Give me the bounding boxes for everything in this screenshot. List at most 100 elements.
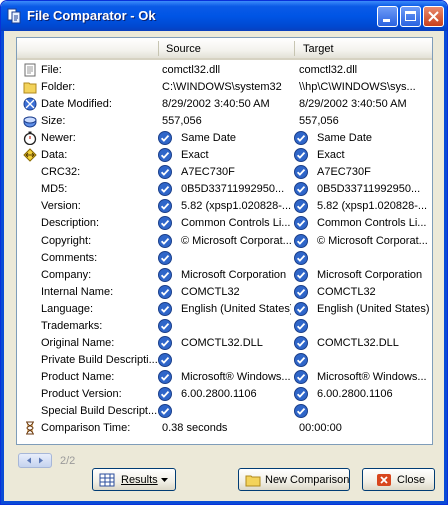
title-bar[interactable]: File Comparator - Ok — [1, 1, 447, 31]
match-check-icon — [294, 216, 308, 231]
folder-icon — [23, 82, 37, 94]
target-value: comctl32.dll — [299, 64, 358, 76]
row-label: Data: — [41, 149, 68, 162]
minimize-icon — [383, 19, 390, 22]
target-value: 0B5D33711992950... — [317, 183, 421, 196]
table-row[interactable]: Trademarks: — [17, 318, 432, 335]
table-row[interactable]: Data: Exact Exact — [17, 147, 432, 164]
match-check-icon — [158, 318, 172, 333]
target-value: 6.00.2800.1106 — [317, 387, 393, 400]
row-label: Product Name: — [41, 370, 115, 383]
table-row[interactable]: File: comctl32.dll comctl32.dll — [17, 62, 432, 79]
match-check-icon — [158, 216, 172, 231]
match-check-icon — [158, 404, 172, 418]
table-row[interactable]: Size: 557,056 557,056 — [17, 113, 432, 130]
table-row[interactable]: Internal Name: COMCTL32 COMCTL32 — [17, 284, 432, 301]
match-check-icon — [158, 369, 172, 384]
row-label: File: — [41, 64, 62, 76]
table-row[interactable]: Copyright: © Microsoft Corporat... © Micro… — [17, 233, 432, 250]
target-value: Exact — [317, 149, 345, 162]
close-button[interactable]: Close — [362, 468, 435, 491]
comparison-list[interactable]: Source Target File: comctl32.dll comctl32.… — [16, 37, 433, 445]
column-header-target[interactable]: Target — [303, 43, 334, 55]
match-check-icon — [294, 233, 308, 248]
source-value: English (United States) — [181, 302, 291, 315]
date-icon — [23, 97, 37, 111]
source-value: 0.38 seconds — [162, 422, 228, 435]
match-check-icon — [158, 233, 172, 248]
table-row[interactable]: Company: Microsoft Corporation Microsoft C… — [17, 267, 432, 284]
match-check-icon — [294, 148, 308, 163]
row-label: Size: — [41, 115, 66, 128]
source-value: Exact — [181, 149, 209, 162]
file-icon — [24, 63, 36, 77]
window-title: File Comparator - Ok — [27, 8, 156, 23]
target-value: COMCTL32 — [317, 285, 376, 298]
row-label: Special Build Descript... — [41, 405, 158, 417]
size-icon — [23, 116, 37, 128]
table-row[interactable]: Date Modified: 8/29/2002 3:40:50 AM 8/29/2… — [17, 96, 432, 113]
table-row[interactable]: Comments: — [17, 250, 432, 267]
dropdown-arrow-icon — [161, 478, 168, 482]
page-navigator[interactable] — [18, 453, 52, 468]
close-window-button[interactable] — [423, 6, 444, 27]
column-header-source[interactable]: Source — [166, 43, 201, 55]
target-value: Microsoft Corporation — [317, 268, 423, 281]
table-row[interactable]: Product Name: Microsoft® Windows... Micros… — [17, 369, 432, 386]
match-check-icon — [158, 165, 172, 180]
match-check-icon — [294, 165, 308, 180]
file-comparator-window: File Comparator - Ok Source Target File:… — [0, 0, 448, 505]
source-value: Same Date — [181, 132, 237, 145]
close-button-label: Close — [397, 474, 426, 486]
table-row[interactable]: Newer: Same Date Same Date — [17, 130, 432, 147]
data-icon — [23, 148, 37, 162]
row-label: Company: — [41, 268, 92, 281]
table-row[interactable]: Comparison Time: 0.38 seconds 00:00:00 — [17, 420, 432, 437]
table-row[interactable]: Special Build Descript... — [17, 403, 432, 420]
close-icon — [428, 11, 439, 22]
table-row[interactable]: Private Build Descripti... — [17, 352, 432, 369]
target-value: 5.82 (xpsp1.020828-... — [317, 200, 428, 213]
match-check-icon — [158, 386, 172, 401]
new-comparison-button[interactable]: New Comparison — [238, 468, 350, 491]
table-row[interactable]: CRC32: A7EC730F A7EC730F — [17, 164, 432, 181]
row-label: Comments: — [41, 251, 98, 264]
row-label: Date Modified: — [41, 98, 112, 111]
match-check-icon — [294, 369, 308, 384]
page-indicator: 2/2 — [60, 455, 76, 467]
table-row[interactable]: Version: 5.82 (xpsp1.020828-... 5.82 (xpsp… — [17, 198, 432, 215]
table-row[interactable]: Language: English (United States) English … — [17, 301, 432, 318]
match-check-icon — [294, 267, 308, 282]
maximize-button[interactable] — [400, 6, 421, 27]
table-icon — [99, 473, 115, 487]
table-row[interactable]: Product Version: 6.00.2800.1106 6.00.2800.… — [17, 386, 432, 403]
row-label: Description: — [41, 217, 100, 230]
table-row[interactable]: Original Name: COMCTL32.DLL COMCTL32.DLL — [17, 335, 432, 352]
table-row[interactable]: MD5: 0B5D33711992950... 0B5D33711992950... — [17, 181, 432, 198]
row-label: Copyright: — [41, 234, 92, 247]
row-label: CRC32: — [41, 166, 81, 179]
row-label: Trademarks: — [41, 319, 103, 332]
results-button-label: Results — [121, 474, 158, 486]
row-label: MD5: — [41, 183, 68, 196]
target-value: 8/29/2002 3:40:50 AM — [299, 98, 407, 111]
table-row[interactable]: Folder: C:\WINDOWS\system32 \\hp\C\WINDOWS… — [17, 79, 432, 96]
new-comparison-icon — [245, 475, 261, 487]
header-separator[interactable] — [158, 41, 159, 56]
match-check-icon — [158, 284, 172, 299]
table-row[interactable]: Description: Common Controls Li... Common … — [17, 215, 432, 232]
match-check-icon — [158, 352, 172, 367]
target-value: 00:00:00 — [299, 422, 342, 435]
match-check-icon — [158, 335, 172, 350]
source-value: A7EC730F — [181, 166, 235, 179]
close-x-icon — [377, 474, 391, 486]
results-button[interactable]: Results — [92, 468, 176, 491]
source-value: Common Controls Li... — [181, 217, 291, 230]
match-check-icon — [294, 404, 308, 418]
match-check-icon — [294, 352, 308, 367]
header-separator[interactable] — [294, 41, 295, 56]
source-value: Microsoft® Windows... — [181, 370, 291, 383]
maximize-icon — [405, 11, 416, 21]
match-check-icon — [158, 301, 172, 316]
minimize-button[interactable] — [377, 6, 398, 27]
